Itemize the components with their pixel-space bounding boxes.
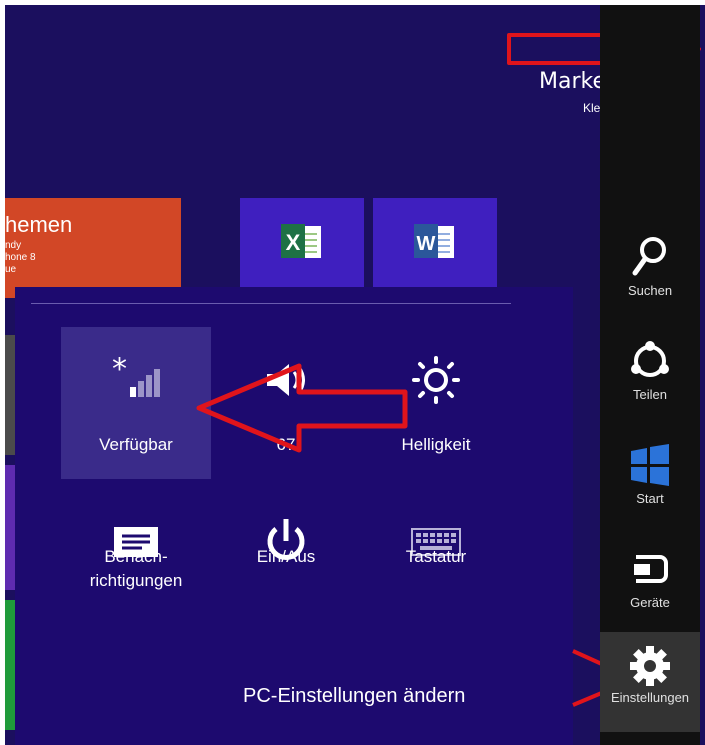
power-label: Ein/Aus [256, 547, 316, 566]
charms-bar: Suchen Teilen Start Geräte Einstellungen [600, 5, 700, 745]
tile-line: hone 8 [5, 252, 36, 263]
word-icon: W [414, 224, 454, 258]
tile-store[interactable] [5, 600, 15, 730]
charm-share[interactable]: Teilen [600, 329, 700, 429]
tile-excel[interactable]: X [240, 198, 364, 298]
user-name[interactable]: Marke [539, 69, 606, 94]
charm-label: Suchen [627, 283, 673, 298]
tile-photos[interactable] [5, 335, 15, 455]
tile-line: ue [5, 264, 17, 275]
tile-people[interactable]: hemen ndy hone 8 ue [5, 198, 181, 298]
pc-settings-link[interactable]: PC-Einstellungen ändern [243, 685, 465, 708]
charm-settings[interactable]: Einstellungen [600, 632, 700, 732]
excel-icon: X [281, 224, 321, 258]
charm-devices[interactable]: Geräte [600, 537, 700, 637]
user-subtitle: Kle [583, 101, 601, 115]
tile-line: ndy [5, 240, 22, 251]
charm-label: Start [636, 491, 664, 506]
charm-label: Geräte [630, 595, 670, 610]
keyboard-label: Tastatur [405, 547, 467, 566]
notifications-button[interactable]: Benach- richtigungen [61, 287, 211, 627]
svg-text:W: W [417, 233, 436, 255]
windows-logo-icon [631, 444, 669, 486]
charm-label: Teilen [633, 387, 667, 402]
devices-icon [634, 555, 668, 583]
notifications-label: Benach- richtigungen [89, 547, 183, 590]
keyboard-button[interactable]: Tastatur [361, 287, 511, 627]
svg-text:X: X [286, 230, 301, 255]
charm-start[interactable]: Start [600, 433, 700, 533]
power-button[interactable]: Ein/Aus [211, 287, 361, 627]
settings-flyout: * Verfügbar 67 Helligkeit Benach- richti… [15, 287, 573, 745]
share-icon [631, 341, 669, 377]
gear-icon [630, 646, 670, 686]
search-icon [632, 237, 666, 276]
charm-search[interactable]: Suchen [600, 225, 700, 325]
charm-label: Einstellungen [610, 690, 690, 705]
tile-word[interactable]: W [373, 198, 497, 298]
tile-maps[interactable] [5, 465, 15, 590]
tile-title: hemen [5, 212, 73, 237]
